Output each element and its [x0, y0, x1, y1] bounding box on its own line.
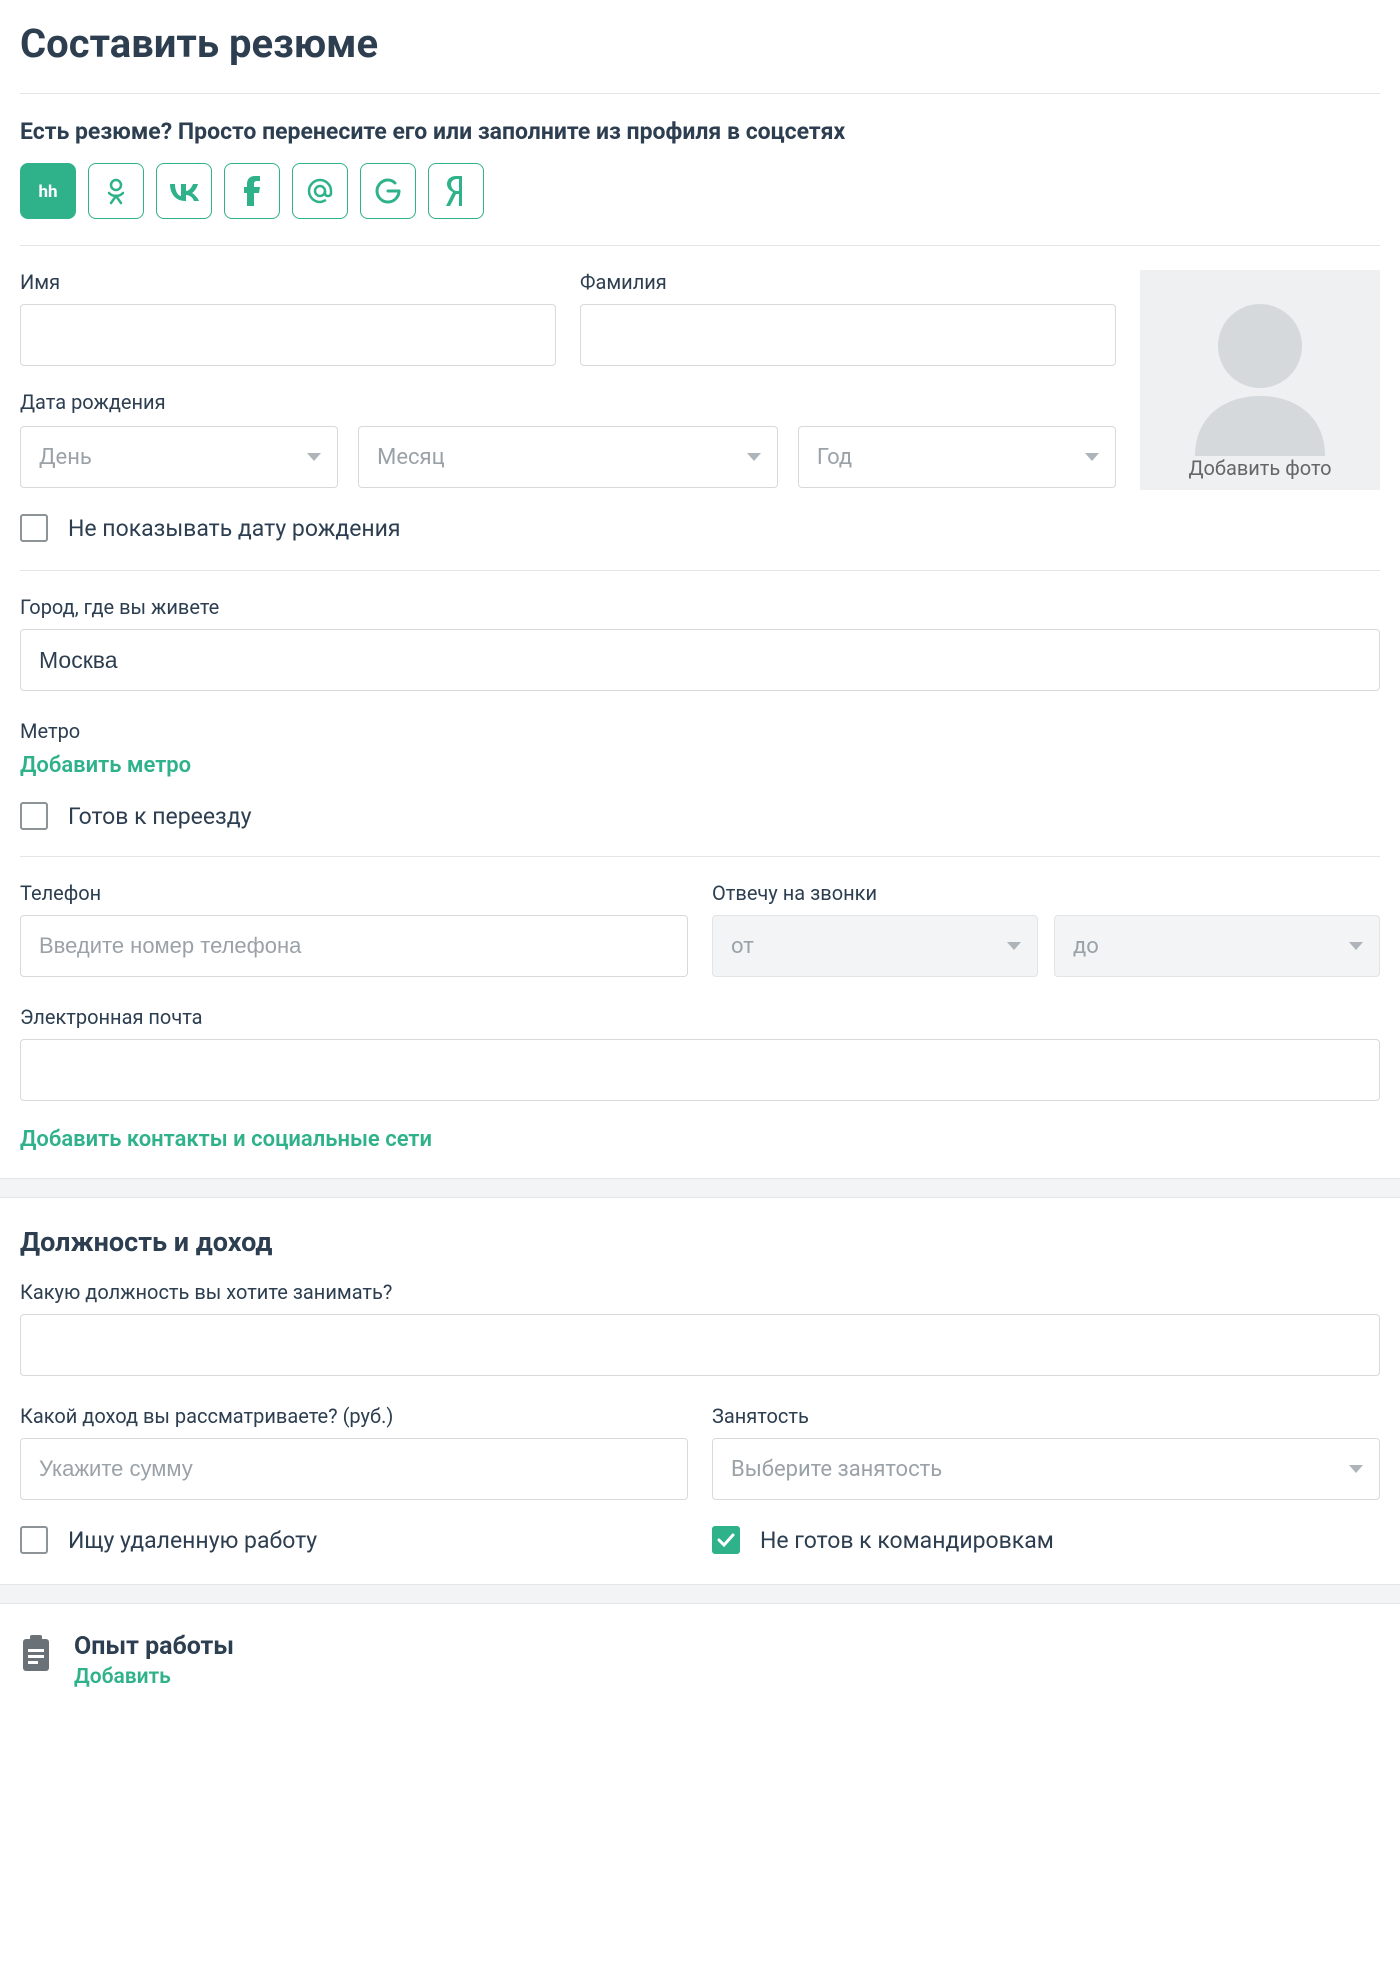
call-from-select[interactable]: от — [712, 915, 1038, 977]
section-separator — [0, 1584, 1400, 1604]
divider — [20, 856, 1380, 857]
email-label: Электронная почта — [20, 1005, 1380, 1029]
position-input[interactable] — [20, 1314, 1380, 1376]
divider — [20, 570, 1380, 571]
divider — [20, 245, 1380, 246]
social-yandex-button[interactable] — [428, 163, 484, 219]
remote-work-label: Ищу удаленную работу — [68, 1527, 317, 1554]
svg-text:hh: hh — [38, 182, 57, 202]
employment-select[interactable]: Выберите занятость — [712, 1438, 1380, 1500]
chevron-down-icon — [1085, 453, 1099, 461]
avatar-placeholder-icon — [1140, 270, 1380, 456]
chevron-down-icon — [747, 453, 761, 461]
social-import-row: hh — [20, 163, 1380, 219]
add-contacts-link[interactable]: Добавить контакты и социальные сети — [20, 1127, 432, 1152]
hide-dob-checkbox[interactable] — [20, 514, 48, 542]
relocate-checkbox[interactable] — [20, 802, 48, 830]
email-input[interactable] — [20, 1039, 1380, 1101]
divider — [20, 93, 1380, 94]
dob-day-placeholder: День — [39, 445, 92, 470]
call-to-select[interactable]: до — [1054, 915, 1380, 977]
position-section-title: Должность и доход — [20, 1226, 1380, 1258]
import-label: Есть резюме? Просто перенесите его или з… — [20, 118, 1380, 145]
phone-input[interactable] — [20, 915, 688, 977]
remote-work-checkbox[interactable] — [20, 1526, 48, 1554]
first-name-input[interactable] — [20, 304, 556, 366]
chevron-down-icon — [1007, 942, 1021, 950]
add-photo-button[interactable]: Добавить фото — [1140, 270, 1380, 490]
city-input[interactable] — [20, 629, 1380, 691]
no-trips-label: Не готов к командировкам — [760, 1527, 1054, 1554]
add-metro-link[interactable]: Добавить метро — [20, 753, 191, 778]
dob-month-placeholder: Месяц — [377, 445, 445, 470]
hide-dob-label: Не показывать дату рождения — [68, 515, 401, 542]
chevron-down-icon — [307, 453, 321, 461]
chevron-down-icon — [1349, 1465, 1363, 1473]
social-hh-button[interactable]: hh — [20, 163, 76, 219]
position-label: Какую должность вы хотите занимать? — [20, 1280, 1380, 1304]
add-experience-link[interactable]: Добавить — [74, 1665, 171, 1689]
dob-year-placeholder: Год — [817, 445, 852, 470]
last-name-label: Фамилия — [580, 270, 1116, 294]
social-vk-button[interactable] — [156, 163, 212, 219]
call-from-placeholder: от — [731, 934, 754, 959]
no-trips-checkbox[interactable] — [712, 1526, 740, 1554]
call-to-placeholder: до — [1073, 934, 1099, 959]
salary-input[interactable] — [20, 1438, 688, 1500]
dob-label: Дата рождения — [20, 390, 1116, 414]
dob-year-select[interactable]: Год — [798, 426, 1116, 488]
social-google-button[interactable] — [360, 163, 416, 219]
first-name-label: Имя — [20, 270, 556, 294]
clipboard-icon — [20, 1635, 52, 1671]
section-separator — [0, 1178, 1400, 1198]
metro-label: Метро — [20, 719, 1380, 743]
dob-day-select[interactable]: День — [20, 426, 338, 488]
employment-label: Занятость — [712, 1404, 1380, 1428]
chevron-down-icon — [1349, 942, 1363, 950]
add-photo-label: Добавить фото — [1188, 456, 1331, 480]
employment-placeholder: Выберите занятость — [731, 1457, 942, 1482]
city-label: Город, где вы живете — [20, 595, 1380, 619]
social-facebook-button[interactable] — [224, 163, 280, 219]
salary-label: Какой доход вы рассматриваете? (руб.) — [20, 1404, 688, 1428]
calls-label: Отвечу на звонки — [712, 881, 1380, 905]
relocate-label: Готов к переезду — [68, 803, 251, 830]
last-name-input[interactable] — [580, 304, 1116, 366]
page-title: Составить резюме — [20, 20, 1380, 67]
experience-title: Опыт работы — [74, 1632, 234, 1661]
dob-month-select[interactable]: Месяц — [358, 426, 778, 488]
phone-label: Телефон — [20, 881, 688, 905]
social-ok-button[interactable] — [88, 163, 144, 219]
social-mailru-button[interactable] — [292, 163, 348, 219]
